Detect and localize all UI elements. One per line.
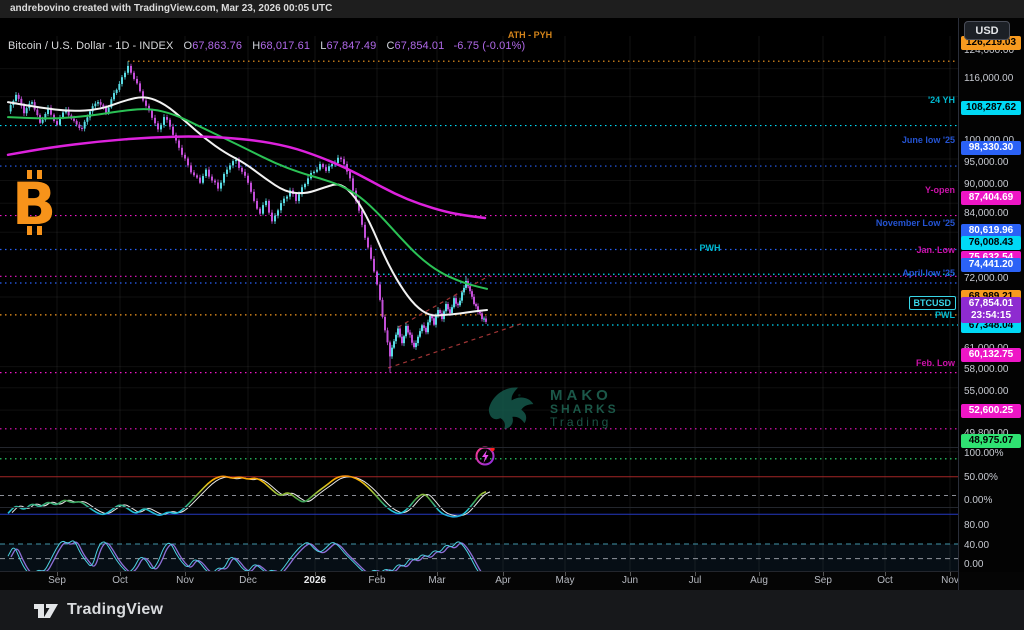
- price-scale[interactable]: USD 124,000.00116,000.00100,000.0095,000…: [958, 18, 1024, 572]
- time-axis-label: Dec: [239, 575, 257, 586]
- watermark: MAKO SHARKS Trading: [482, 380, 619, 436]
- indicator2-axis-tick: 80.00: [959, 520, 1021, 531]
- level-name--24-yh: '24 YH: [928, 95, 955, 105]
- time-axis-label: Jun: [622, 575, 638, 586]
- timeframe-label: 1D: [115, 40, 129, 52]
- price-level-label: 74,441.20: [961, 258, 1021, 272]
- pane-separator-2[interactable]: [0, 507, 1024, 508]
- time-axis-label: 2026: [304, 575, 326, 586]
- bitcoin-logo-icon: B: [8, 168, 64, 245]
- chart-plot-svg: [0, 18, 958, 590]
- pane-separator-1[interactable]: [0, 447, 1024, 448]
- tradingview-logo-icon[interactable]: [33, 598, 59, 622]
- indicator1-axis-tick: 50.00%: [959, 472, 1021, 483]
- price-axis-tick: 95,000.00: [959, 157, 1021, 168]
- level-name-pwl: PWL: [935, 310, 955, 320]
- close-label: C: [386, 40, 394, 52]
- time-axis-label: Sep: [814, 575, 832, 586]
- symbol-legend[interactable]: Bitcoin / U.S. Dollar-1D-INDEX O67,863.7…: [8, 40, 525, 52]
- watermark-line1: MAKO: [550, 388, 619, 403]
- lightning-icon: [474, 444, 498, 473]
- shark-logo-icon: [482, 380, 544, 436]
- time-axis-label: Jul: [689, 575, 702, 586]
- footer: TradingView: [0, 590, 1024, 630]
- attribution-bar: andrebovino created with TradingView.com…: [0, 0, 1024, 18]
- change-value: -6.75 (-0.01%): [454, 40, 526, 52]
- price-axis-tick: 72,000.00: [959, 273, 1021, 284]
- time-axis-label: Oct: [877, 575, 893, 586]
- attribution-text: andrebovino created with TradingView.com…: [10, 3, 332, 14]
- bar-countdown: 23:54:15: [963, 310, 1019, 322]
- price-axis-tick: 58,000.00: [959, 364, 1021, 375]
- low-value: 67,847.49: [326, 40, 376, 52]
- time-axis-label: Nov: [176, 575, 194, 586]
- time-axis-label: Sep: [48, 575, 66, 586]
- price-level-label: 76,008.43: [961, 236, 1021, 250]
- time-axis-label: Aug: [750, 575, 768, 586]
- axis-corner: [958, 572, 1024, 590]
- chart-canvas[interactable]: Bitcoin / U.S. Dollar-1D-INDEX O67,863.7…: [0, 18, 958, 572]
- price-level-label: 98,330.30: [961, 141, 1021, 155]
- time-axis[interactable]: Sep Oct Nov Dec 2026 Feb Mar Apr May Jun Jul Aug Sep…: [0, 572, 958, 590]
- time-axis-label: Mar: [428, 575, 445, 586]
- open-value: 67,863.76: [192, 40, 242, 52]
- price-level-label: 87,404.69: [961, 191, 1021, 205]
- time-axis-label: Nov: [941, 575, 959, 586]
- level-name-ath-pyh: ATH - PYH: [508, 30, 552, 40]
- level-name-pwh: PWH: [700, 243, 721, 253]
- current-price-label: 67,854.0123:54:15: [961, 297, 1021, 323]
- symbol-title: Bitcoin / U.S. Dollar: [8, 40, 105, 52]
- indicator2-axis-tick: 40.00: [959, 540, 1021, 551]
- price-level-label: 52,600.25: [961, 404, 1021, 418]
- price-axis-tick: 55,000.00: [959, 386, 1021, 397]
- watermark-line2: SHARKS: [550, 403, 619, 415]
- level-name-april-low-25: April low '25: [902, 268, 955, 278]
- svg-text:B: B: [12, 170, 56, 238]
- level-name-june-low-25: June low '25: [902, 135, 955, 145]
- indicator1-axis-tick: 0.00%: [959, 495, 1021, 506]
- price-level-label: 60,132.75: [961, 348, 1021, 362]
- price-axis-tick: 116,000.00: [959, 73, 1021, 84]
- price-axis-tick: 90,000.00: [959, 179, 1021, 190]
- time-axis-label: Feb: [368, 575, 385, 586]
- time-axis-label: Apr: [495, 575, 511, 586]
- time-axis-label: Oct: [112, 575, 128, 586]
- price-level-label: 48,975.07: [961, 434, 1021, 448]
- exchange-label: INDEX: [139, 40, 173, 52]
- indicator1-axis-tick: 100.00%: [959, 448, 1021, 459]
- high-value: 68,017.61: [260, 40, 310, 52]
- close-value: 67,854.01: [395, 40, 445, 52]
- open-label: O: [184, 40, 193, 52]
- watermark-line3: Trading: [550, 416, 619, 428]
- price-level-label: 108,287.62: [961, 101, 1021, 115]
- level-name-jan-low: Jan. Low: [916, 245, 955, 255]
- time-axis-label: May: [556, 575, 575, 586]
- price-axis-tick: 84,000.00: [959, 208, 1021, 219]
- tradingview-brand[interactable]: TradingView: [67, 601, 163, 619]
- level-name-feb-low: Feb. Low: [916, 358, 955, 368]
- level-name-y-open: Y-open: [925, 185, 955, 195]
- tradingview-snapshot: andrebovino created with TradingView.com…: [0, 0, 1024, 630]
- indicator2-axis-tick: 0.00: [959, 559, 1021, 570]
- currency-button[interactable]: USD: [964, 21, 1010, 40]
- symbol-price-badge: BTCUSD: [909, 296, 957, 310]
- level-name-november-low-25: November Low '25: [876, 218, 955, 228]
